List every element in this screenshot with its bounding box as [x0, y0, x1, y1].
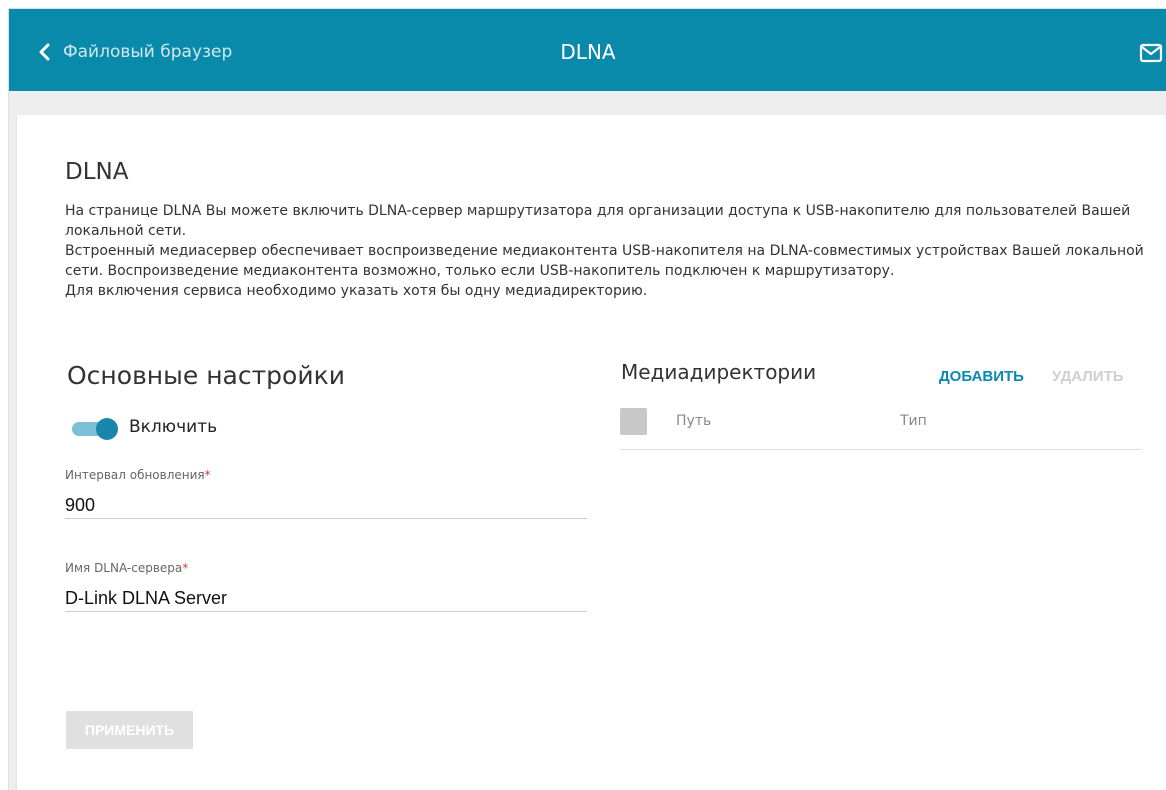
server-name-label: Имя DLNA-сервера* — [65, 561, 189, 575]
column-header-type: Тип — [900, 413, 927, 429]
media-table-header: Путь Тип — [620, 405, 1142, 450]
app-frame: Файловый браузер DLNA DLNA На странице D… — [8, 8, 1166, 790]
enable-toggle[interactable] — [72, 416, 122, 442]
update-interval-label: Интервал обновления* — [65, 468, 211, 482]
content-card: DLNA На странице DLNA Вы можете включить… — [17, 115, 1166, 790]
section-description: На странице DLNA Вы можете включить DLNA… — [65, 201, 1145, 301]
required-mark: * — [204, 468, 211, 482]
description-paragraph: На странице DLNA Вы можете включить DLNA… — [65, 203, 1131, 239]
description-paragraph: Для включения сервиса необходимо указать… — [65, 283, 648, 299]
add-button[interactable]: ДОБАВИТЬ — [939, 368, 1024, 385]
toggle-thumb — [96, 418, 118, 440]
description-paragraph: Встроенный медиасервер обеспечивает восп… — [65, 243, 1144, 279]
delete-button[interactable]: УДАЛИТЬ — [1052, 368, 1124, 385]
mail-icon[interactable] — [1139, 43, 1163, 63]
media-dirs-title: Медиадиректории — [621, 360, 817, 384]
server-name-input[interactable]: D-Link DLNA Server — [65, 585, 587, 611]
section-title: DLNA — [65, 159, 129, 185]
update-interval-field[interactable]: Интервал обновления* 900 — [65, 468, 587, 519]
apply-button[interactable]: ПРИМЕНИТЬ — [66, 711, 193, 749]
enable-toggle-label: Включить — [129, 417, 218, 437]
required-mark: * — [182, 561, 189, 575]
top-bar: Файловый браузер DLNA — [9, 9, 1166, 91]
update-interval-input[interactable]: 900 — [65, 492, 587, 518]
server-name-field[interactable]: Имя DLNA-сервера* D-Link DLNA Server — [65, 561, 587, 612]
select-all-checkbox[interactable] — [620, 408, 647, 435]
settings-title: Основные настройки — [67, 361, 345, 390]
page-title: DLNA — [560, 40, 616, 64]
column-header-path: Путь — [676, 413, 712, 429]
